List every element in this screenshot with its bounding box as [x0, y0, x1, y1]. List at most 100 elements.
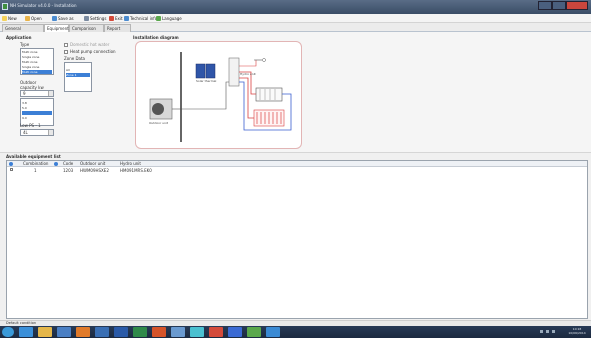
technical-info-label: Technical info [130, 16, 158, 21]
new-button[interactable]: New [2, 15, 17, 22]
select-column-icon [9, 162, 13, 166]
app-icon[interactable] [171, 327, 185, 337]
application-heading: Application [6, 35, 32, 40]
equipment-table: Combination Code Outdoor unit Hydro unit… [6, 160, 588, 319]
firefox-icon[interactable] [76, 327, 90, 337]
minimize-button[interactable] [538, 1, 552, 10]
open-icon [25, 16, 30, 21]
network-icon[interactable] [540, 330, 543, 333]
tray-icons[interactable] [540, 328, 562, 336]
app5-icon[interactable] [247, 327, 261, 337]
technical-info-button[interactable]: Technical info [124, 15, 157, 22]
equipment-list-heading: Available equipment list [6, 154, 61, 159]
table-header: Combination Code Outdoor unit Hydro unit [7, 161, 587, 167]
diagram-canvas [149, 52, 292, 142]
capacity-list[interactable]: 3.8 5.0 9.0 [20, 98, 54, 126]
start-button[interactable] [2, 327, 14, 337]
zone-data-label: Zone Data [64, 56, 86, 61]
save-as-label: Save as [58, 16, 74, 21]
app4-icon[interactable] [228, 327, 242, 337]
solar-label: Solar thermal [196, 79, 217, 83]
heat-pump-checkbox-label: Heat pump connection [70, 49, 116, 54]
dhw-checkbox-label: Domestic hot water [70, 42, 110, 47]
open-label: Open [31, 16, 42, 21]
maximize-button[interactable] [552, 1, 566, 10]
checkbox-box[interactable] [64, 42, 68, 47]
toolbar: New Open Save as Settings Exit Technical… [0, 14, 591, 23]
list-item[interactable]: 9.0 [22, 116, 52, 120]
tap-icon [262, 58, 266, 62]
low-ps-combo[interactable]: 4L [20, 129, 54, 136]
new-label: New [8, 16, 17, 21]
list-item[interactable]: Single zone [22, 55, 52, 59]
outlook-icon[interactable] [95, 327, 109, 337]
tab-comparison-chart[interactable]: Comparison chart [69, 24, 104, 38]
chevron-down-icon[interactable] [48, 91, 53, 96]
equipment-page: Application Type Multi zone Single zone … [0, 32, 591, 152]
list-item[interactable]: Multi zone [22, 50, 52, 54]
solar-panel-icon [195, 63, 206, 79]
installation-diagram: Outdoor unit Solar thermal Hydro unit [135, 41, 302, 149]
list-item[interactable]: Single zone [22, 65, 52, 69]
volume-icon[interactable] [546, 330, 549, 333]
tab-report-print[interactable]: Report print [104, 24, 131, 38]
settings-label: Settings [90, 16, 107, 21]
chevron-down-icon[interactable] [48, 130, 53, 135]
language-icon [156, 16, 161, 21]
list-item[interactable]: All [66, 68, 90, 72]
list-item-selected[interactable] [22, 111, 52, 115]
clock-date: 10/06/2014 [568, 331, 586, 335]
close-button[interactable] [566, 1, 588, 10]
column-header-hydro-unit[interactable]: Hydro unit [120, 161, 141, 166]
explorer-icon[interactable] [38, 327, 52, 337]
cell-combination: 1 [34, 168, 37, 173]
ie-icon[interactable] [19, 327, 33, 337]
open-button[interactable]: Open [25, 15, 42, 22]
battery-icon[interactable] [552, 330, 555, 333]
heat-pump-checkbox[interactable]: Heat pump connection [64, 49, 116, 54]
excel-icon[interactable] [133, 327, 147, 337]
language-label: Language [162, 16, 182, 21]
save-icon [52, 16, 57, 21]
tab-general-conditions[interactable]: General conditions [2, 24, 44, 38]
list-item-selected[interactable]: Zone 1 [66, 73, 90, 77]
window-title: NH Simulator v4.0.0 - Installation [10, 3, 77, 8]
cell-hydro-unit: HM091MRS.EK0 [120, 168, 152, 173]
ppt-icon[interactable] [152, 327, 166, 337]
status-text: Default condition [6, 321, 37, 325]
tab-bar: General conditions Equipment Comparison … [0, 23, 591, 38]
hydro-unit-label: Hydro unit [240, 72, 256, 76]
solar-panel-icon [205, 63, 216, 79]
table-row[interactable]: 1 1203 HWM09HSXE2 HM091MRS.EK0 [7, 168, 587, 173]
list-item[interactable]: Multi zone [22, 60, 52, 64]
zone-list[interactable]: All Zone 1 [64, 62, 92, 92]
column-header-outdoor-unit[interactable]: Outdoor unit [80, 161, 105, 166]
language-button[interactable]: Language [156, 15, 182, 22]
divider [0, 152, 591, 153]
word-icon[interactable] [114, 327, 128, 337]
clock[interactable]: 10:18 10/06/2014 [565, 327, 589, 335]
column-header-code[interactable]: Code [63, 161, 73, 166]
exit-button[interactable]: Exit [109, 15, 123, 22]
app2-icon[interactable] [190, 327, 204, 337]
tab-equipment[interactable]: Equipment [44, 24, 69, 32]
settings-button[interactable]: Settings [84, 15, 106, 22]
capacity-combo[interactable]: 9 [20, 90, 54, 97]
list-item[interactable]: 3.8 [22, 101, 52, 105]
taskbar: 10:18 10/06/2014 [0, 326, 591, 338]
checkbox-box[interactable] [64, 49, 68, 54]
settings-icon [84, 16, 89, 21]
row-checkbox[interactable] [10, 168, 13, 171]
dhw-checkbox[interactable]: Domestic hot water [64, 42, 109, 47]
app-icon [2, 3, 8, 10]
save-as-button[interactable]: Save as [52, 15, 74, 22]
list-item-selected[interactable]: Multi zone [22, 70, 52, 74]
list-item[interactable]: 5.0 [22, 106, 52, 110]
info-column-icon [54, 162, 58, 166]
app3-icon[interactable] [209, 327, 223, 337]
media-icon[interactable] [57, 327, 71, 337]
new-icon [2, 16, 7, 21]
app6-icon[interactable] [266, 327, 280, 337]
type-list[interactable]: Multi zone Single zone Multi zone Single… [20, 48, 54, 75]
column-header-combination[interactable]: Combination [23, 161, 48, 166]
